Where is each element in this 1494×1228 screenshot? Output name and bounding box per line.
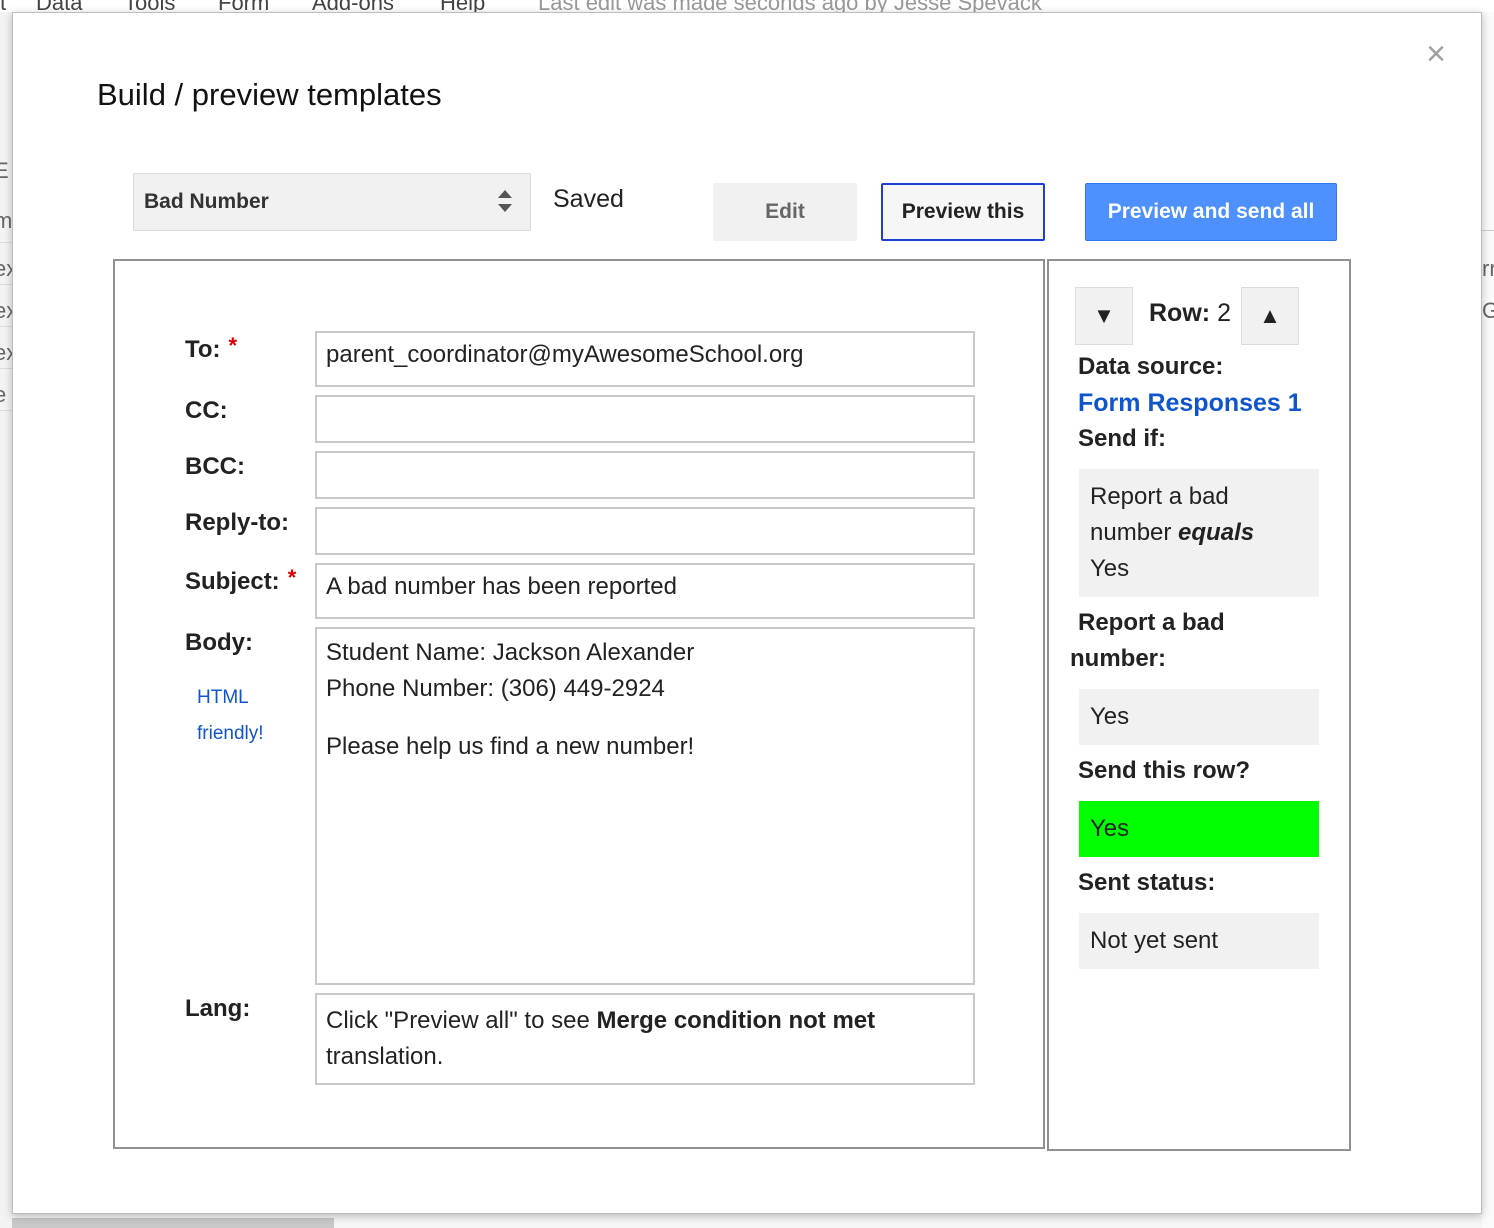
row-number: 2	[1217, 299, 1231, 327]
send-this-row-value: Yes	[1079, 801, 1319, 857]
condition-operator: equals	[1178, 519, 1255, 546]
spreadsheet-menubar: t Data Tools Form Add-ons Help Last edit…	[0, 0, 1494, 12]
send-this-row-label: Send this row?	[1078, 757, 1251, 784]
to-label-text: To:	[185, 336, 221, 363]
cell-fragment: E	[0, 158, 9, 184]
horizontal-scrollbar-thumb[interactable]	[12, 1218, 334, 1228]
bcc-label: BCC:	[185, 453, 245, 480]
lang-text: translation.	[326, 1043, 444, 1070]
lang-label: Lang:	[185, 995, 251, 1022]
menu-item-help[interactable]: Help	[440, 0, 485, 12]
template-select[interactable]: Bad Number	[133, 173, 531, 231]
edit-button[interactable]: Edit	[713, 183, 857, 241]
build-preview-dialog: × Build / preview templates Bad Number S…	[12, 12, 1482, 1214]
body-line: Student Name: Jackson Alexander	[326, 639, 695, 666]
cell-fragment: rr	[1482, 256, 1494, 281]
reply-to-field[interactable]	[315, 507, 975, 555]
condition-text: Yes	[1090, 555, 1130, 582]
dialog-title: Build / preview templates	[97, 77, 442, 112]
data-source-label: Data source:	[1078, 353, 1224, 380]
to-label: To: *	[185, 333, 237, 364]
cell-fragment: e	[0, 382, 6, 408]
row-up-button[interactable]: ▲	[1241, 287, 1299, 345]
report-bad-number-label: number:	[1070, 645, 1166, 672]
send-if-label: Send if:	[1078, 425, 1166, 452]
grid-line	[0, 326, 12, 327]
body-line: Please help us find a new number!	[326, 733, 695, 760]
select-arrows-icon	[498, 188, 512, 216]
lang-text: Click "Preview all" to see	[326, 1007, 597, 1034]
save-status: Saved	[553, 185, 624, 213]
body-label: Body:	[185, 629, 253, 656]
close-icon[interactable]: ×	[1421, 37, 1451, 71]
subject-field[interactable]: A bad number has been reported	[315, 563, 975, 619]
condition-text: number	[1090, 519, 1179, 546]
row-indicator: Row: 2	[1149, 299, 1231, 328]
data-source-link[interactable]: Form Responses 1	[1078, 389, 1302, 418]
template-select-value: Bad Number	[144, 190, 269, 213]
menu-item-tools[interactable]: Tools	[124, 0, 175, 12]
subject-label-text: Subject:	[185, 568, 280, 595]
last-edit-text[interactable]: Last edit was made seconds ago by Jesse …	[538, 0, 1042, 12]
cell-fragment: G	[1482, 298, 1494, 323]
html-friendly-link[interactable]: HTML	[197, 687, 249, 709]
required-marker: *	[287, 565, 297, 590]
body-line	[326, 707, 964, 729]
sent-status-label: Sent status:	[1078, 869, 1216, 896]
body-field[interactable]: Student Name: Jackson Alexander Phone Nu…	[315, 627, 975, 985]
template-form-panel: To: * parent_coordinator@myAwesomeSchool.…	[113, 259, 1045, 1149]
bcc-field[interactable]	[315, 451, 975, 499]
send-if-condition: Report a bad number equals Yes	[1079, 469, 1319, 597]
cc-label: CC:	[185, 397, 228, 424]
lang-text-bold: Merge condition not met	[596, 1007, 876, 1034]
spreadsheet-bottom-scrollbar	[12, 1214, 1482, 1228]
grid-line	[0, 242, 12, 243]
grid-line	[0, 410, 12, 411]
cell-fragment: m	[0, 208, 12, 234]
subject-label: Subject: *	[185, 565, 296, 596]
grid-line	[1482, 230, 1494, 231]
condition-text: Report a bad	[1090, 483, 1229, 510]
preview-and-send-all-button[interactable]: Preview and send all	[1085, 183, 1337, 241]
menu-item-addons[interactable]: Add-ons	[312, 0, 394, 12]
lang-field[interactable]: Click "Preview all" to see Merge conditi…	[315, 993, 975, 1085]
row-down-button[interactable]: ▼	[1075, 287, 1133, 345]
row-label: Row:	[1149, 299, 1211, 327]
menu-fragment: t	[0, 0, 6, 12]
grid-line	[0, 284, 12, 285]
html-friendly-link[interactable]: friendly!	[197, 723, 264, 745]
row-preview-panel: ▼ Row: 2 ▲ Data source: Form Responses 1…	[1047, 259, 1351, 1151]
preview-this-button[interactable]: Preview this	[881, 183, 1045, 241]
required-marker: *	[228, 333, 238, 358]
grid-line	[0, 368, 12, 369]
menu-item-data[interactable]: Data	[36, 0, 82, 12]
cc-field[interactable]	[315, 395, 975, 443]
to-field[interactable]: parent_coordinator@myAwesomeSchool.org	[315, 331, 975, 387]
menu-item-form[interactable]: Form	[218, 0, 269, 12]
report-bad-number-label: Report a bad	[1078, 609, 1225, 636]
body-line: Phone Number: (306) 449-2924	[326, 675, 665, 702]
spreadsheet-right-edge: rr G	[1482, 12, 1494, 1228]
reply-to-label: Reply-to:	[185, 509, 289, 536]
sent-status-value: Not yet sent	[1079, 913, 1319, 969]
report-bad-number-value: Yes	[1079, 689, 1319, 745]
